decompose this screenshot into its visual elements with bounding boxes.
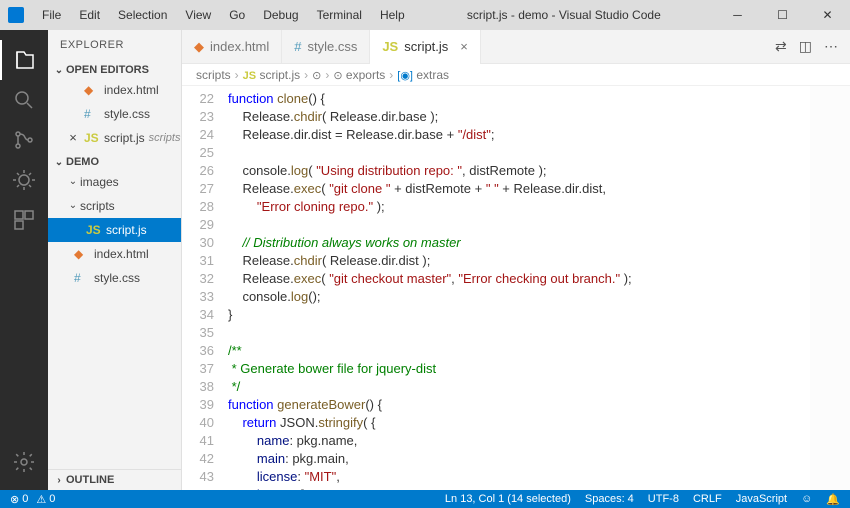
editor-group: ◆index.html#style.cssJSscript.js× ⇄ ◫ ⋯ … (182, 30, 850, 490)
file-script.js[interactable]: JSscript.js (48, 218, 181, 242)
status-item[interactable]: JavaScript (736, 493, 787, 505)
titlebar: FileEditSelectionViewGoDebugTerminalHelp… (0, 0, 850, 30)
tab-index.html[interactable]: ◆index.html (182, 30, 282, 64)
status-item[interactable]: Spaces: 4 (585, 493, 634, 505)
menu-view[interactable]: View (177, 4, 219, 26)
close-icon[interactable]: × (66, 128, 80, 148)
menu-debug[interactable]: Debug (255, 4, 306, 26)
open-editor-style.css[interactable]: #style.css (48, 102, 181, 126)
menu-edit[interactable]: Edit (71, 4, 108, 26)
breadcrumb-1[interactable]: JS script.js (243, 68, 300, 82)
breadcrumb-0[interactable]: scripts (196, 68, 231, 82)
close-button[interactable]: ✕ (805, 0, 850, 30)
source-control-icon[interactable] (0, 120, 48, 160)
status-⚠[interactable]: ⚠0 (36, 493, 55, 506)
minimize-button[interactable]: ─ (715, 0, 760, 30)
maximize-button[interactable]: ☐ (760, 0, 805, 30)
split-editor-icon[interactable]: ◫ (799, 38, 812, 55)
tab-style.css[interactable]: #style.css (282, 30, 370, 64)
activity-bar (0, 30, 48, 490)
window-title: script.js - demo - Visual Studio Code (413, 8, 715, 22)
sidebar: EXPLORER ⌄OPEN EDITORS ◆index.html#style… (48, 30, 182, 490)
demo-folder-header[interactable]: ⌄DEMO (48, 154, 181, 170)
more-actions-icon[interactable]: ⋯ (824, 38, 838, 55)
breadcrumb-4[interactable]: [◉] extras (397, 68, 449, 82)
window-controls: ─ ☐ ✕ (715, 0, 850, 30)
open-editor-script.js[interactable]: ×JSscript.jsscripts (48, 126, 181, 150)
folder-scripts[interactable]: ⌄scripts (48, 194, 181, 218)
menu-bar: FileEditSelectionViewGoDebugTerminalHelp (34, 4, 413, 26)
status-item[interactable]: Ln 13, Col 1 (14 selected) (445, 493, 571, 505)
line-gutter: 2223242526272829303132333435363738394041… (182, 86, 228, 490)
file-index.html[interactable]: ◆index.html (48, 242, 181, 266)
search-icon[interactable] (0, 80, 48, 120)
settings-icon[interactable] (0, 442, 48, 482)
close-tab-icon[interactable]: × (454, 39, 468, 54)
menu-go[interactable]: Go (221, 4, 253, 26)
tab-script.js[interactable]: JSscript.js× (370, 30, 481, 64)
app-logo (8, 7, 24, 23)
feedback-icon[interactable]: ☺ (801, 493, 812, 505)
compare-icon[interactable]: ⇄ (775, 38, 787, 55)
extensions-icon[interactable] (0, 200, 48, 240)
open-editor-index.html[interactable]: ◆index.html (48, 78, 181, 102)
editor-actions: ⇄ ◫ ⋯ (775, 38, 850, 55)
status-item[interactable]: UTF-8 (648, 493, 679, 505)
sidebar-header: EXPLORER (48, 30, 181, 60)
menu-help[interactable]: Help (372, 4, 413, 26)
menu-file[interactable]: File (34, 4, 69, 26)
code-body[interactable]: function clone() { Release.chdir( Releas… (228, 86, 850, 490)
breadcrumb[interactable]: scripts›JS script.js›⊙ ›⊙ exports›[◉] ex… (182, 64, 850, 86)
menu-terminal[interactable]: Terminal (309, 4, 370, 26)
breadcrumb-2[interactable]: ⊙ (312, 68, 321, 82)
file-style.css[interactable]: #style.css (48, 266, 181, 290)
status-bar: ⊗0 ⚠0 Ln 13, Col 1 (14 selected) Spaces: 4… (0, 490, 850, 508)
minimap[interactable] (810, 86, 850, 490)
status-⊗[interactable]: ⊗0 (10, 493, 28, 506)
menu-selection[interactable]: Selection (110, 4, 175, 26)
breadcrumb-3[interactable]: ⊙ exports (333, 68, 385, 82)
outline-header[interactable]: ›OUTLINE (48, 472, 181, 488)
folder-images[interactable]: ⌄images (48, 170, 181, 194)
explorer-icon[interactable] (0, 40, 48, 80)
tabs-bar: ◆index.html#style.cssJSscript.js× ⇄ ◫ ⋯ (182, 30, 850, 64)
open-editors-header[interactable]: ⌄OPEN EDITORS (48, 62, 181, 78)
code-editor[interactable]: 2223242526272829303132333435363738394041… (182, 86, 850, 490)
notifications-icon[interactable]: 🔔 (826, 493, 840, 506)
debug-icon[interactable] (0, 160, 48, 200)
status-item[interactable]: CRLF (693, 493, 722, 505)
